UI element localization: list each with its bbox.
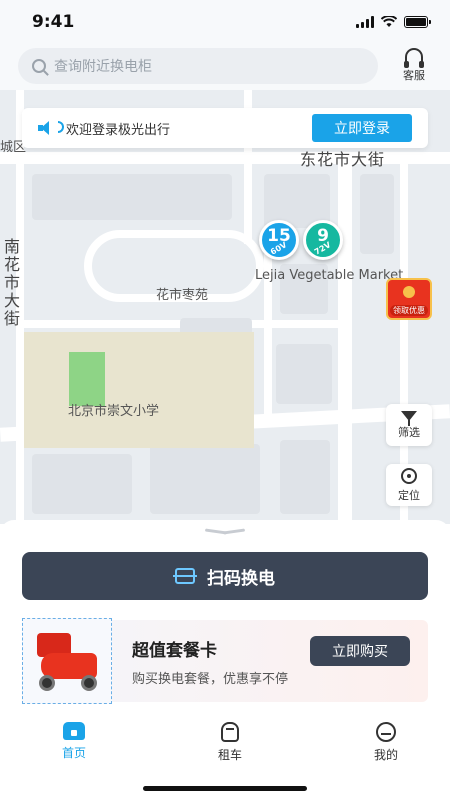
home-indicator [143, 786, 307, 791]
search-row: 查询附近换电柜 客服 [0, 44, 450, 90]
red-packet-icon [403, 286, 415, 298]
scan-swap-label: 扫码换电 [207, 568, 275, 589]
locate-icon [401, 467, 417, 484]
locate-label: 定位 [398, 488, 420, 502]
login-banner: 欢迎登录极光出行 立即登录 [22, 108, 428, 148]
sports-field [69, 352, 105, 406]
headset-icon [404, 48, 424, 68]
sheet-handle-chevron-icon[interactable] [205, 526, 245, 538]
mine-icon [376, 722, 396, 742]
station-count: 15 [267, 225, 291, 246]
red-packet-button[interactable]: 领取优惠 [386, 278, 432, 320]
login-button[interactable]: 立即登录 [312, 114, 412, 142]
station-marker[interactable]: 9 72V [303, 220, 343, 260]
welcome-text: 欢迎登录极光出行 [66, 122, 171, 138]
filter-label: 筛选 [398, 425, 420, 439]
station-marker[interactable]: 15 60V [259, 220, 299, 260]
promo-title: 超值套餐卡 [132, 641, 217, 661]
filter-icon [401, 410, 417, 426]
scan-icon [173, 568, 197, 584]
status-time: 9:41 [32, 12, 75, 32]
tab-rent-label: 租车 [217, 748, 242, 762]
tab-home[interactable]: 首页 [52, 722, 96, 778]
speaker-icon [38, 121, 54, 135]
buy-now-button[interactable]: 立即购买 [310, 636, 410, 666]
status-bar: 9:41 [0, 0, 450, 44]
tab-mine[interactable]: 我的 [364, 722, 408, 778]
map-label-south-street: 南花市大街 [4, 237, 21, 328]
customer-service-button[interactable]: 客服 [396, 48, 432, 88]
signal-icon [356, 16, 374, 28]
tab-bar: 首页 租车 我的 [0, 722, 450, 778]
map-label-school: 北京市崇文小学 [68, 404, 160, 419]
filter-button[interactable]: 筛选 [386, 404, 432, 446]
map-label-residential: 花市枣苑 [156, 288, 209, 303]
school-campus [24, 332, 254, 448]
delivery-scooter-image [22, 618, 112, 704]
scan-swap-button[interactable]: 扫码换电 [22, 552, 428, 600]
search-placeholder: 查询附近换电柜 [54, 59, 152, 75]
locate-button[interactable]: 定位 [386, 464, 432, 506]
search-icon [32, 59, 46, 73]
battery-icon [404, 16, 431, 28]
promo-desc: 购买换电套餐，优惠享不停 [132, 672, 289, 687]
tab-rent[interactable]: 租车 [208, 722, 252, 778]
scooter-icon [221, 722, 239, 742]
tab-mine-label: 我的 [373, 748, 398, 762]
search-input[interactable]: 查询附近换电柜 [18, 48, 378, 84]
home-icon [63, 722, 85, 740]
wifi-icon [381, 16, 397, 27]
status-icons [356, 16, 431, 28]
map-label-market: Lejia Vegetable Market [255, 268, 404, 283]
customer-service-label: 客服 [403, 69, 425, 82]
tab-home-label: 首页 [61, 746, 86, 760]
map-label-east-street: 东花市大街 [300, 150, 386, 169]
red-packet-label: 领取优惠 [390, 305, 428, 316]
promo-card[interactable]: 超值套餐卡 购买换电套餐，优惠享不停 立即购买 [22, 618, 428, 704]
